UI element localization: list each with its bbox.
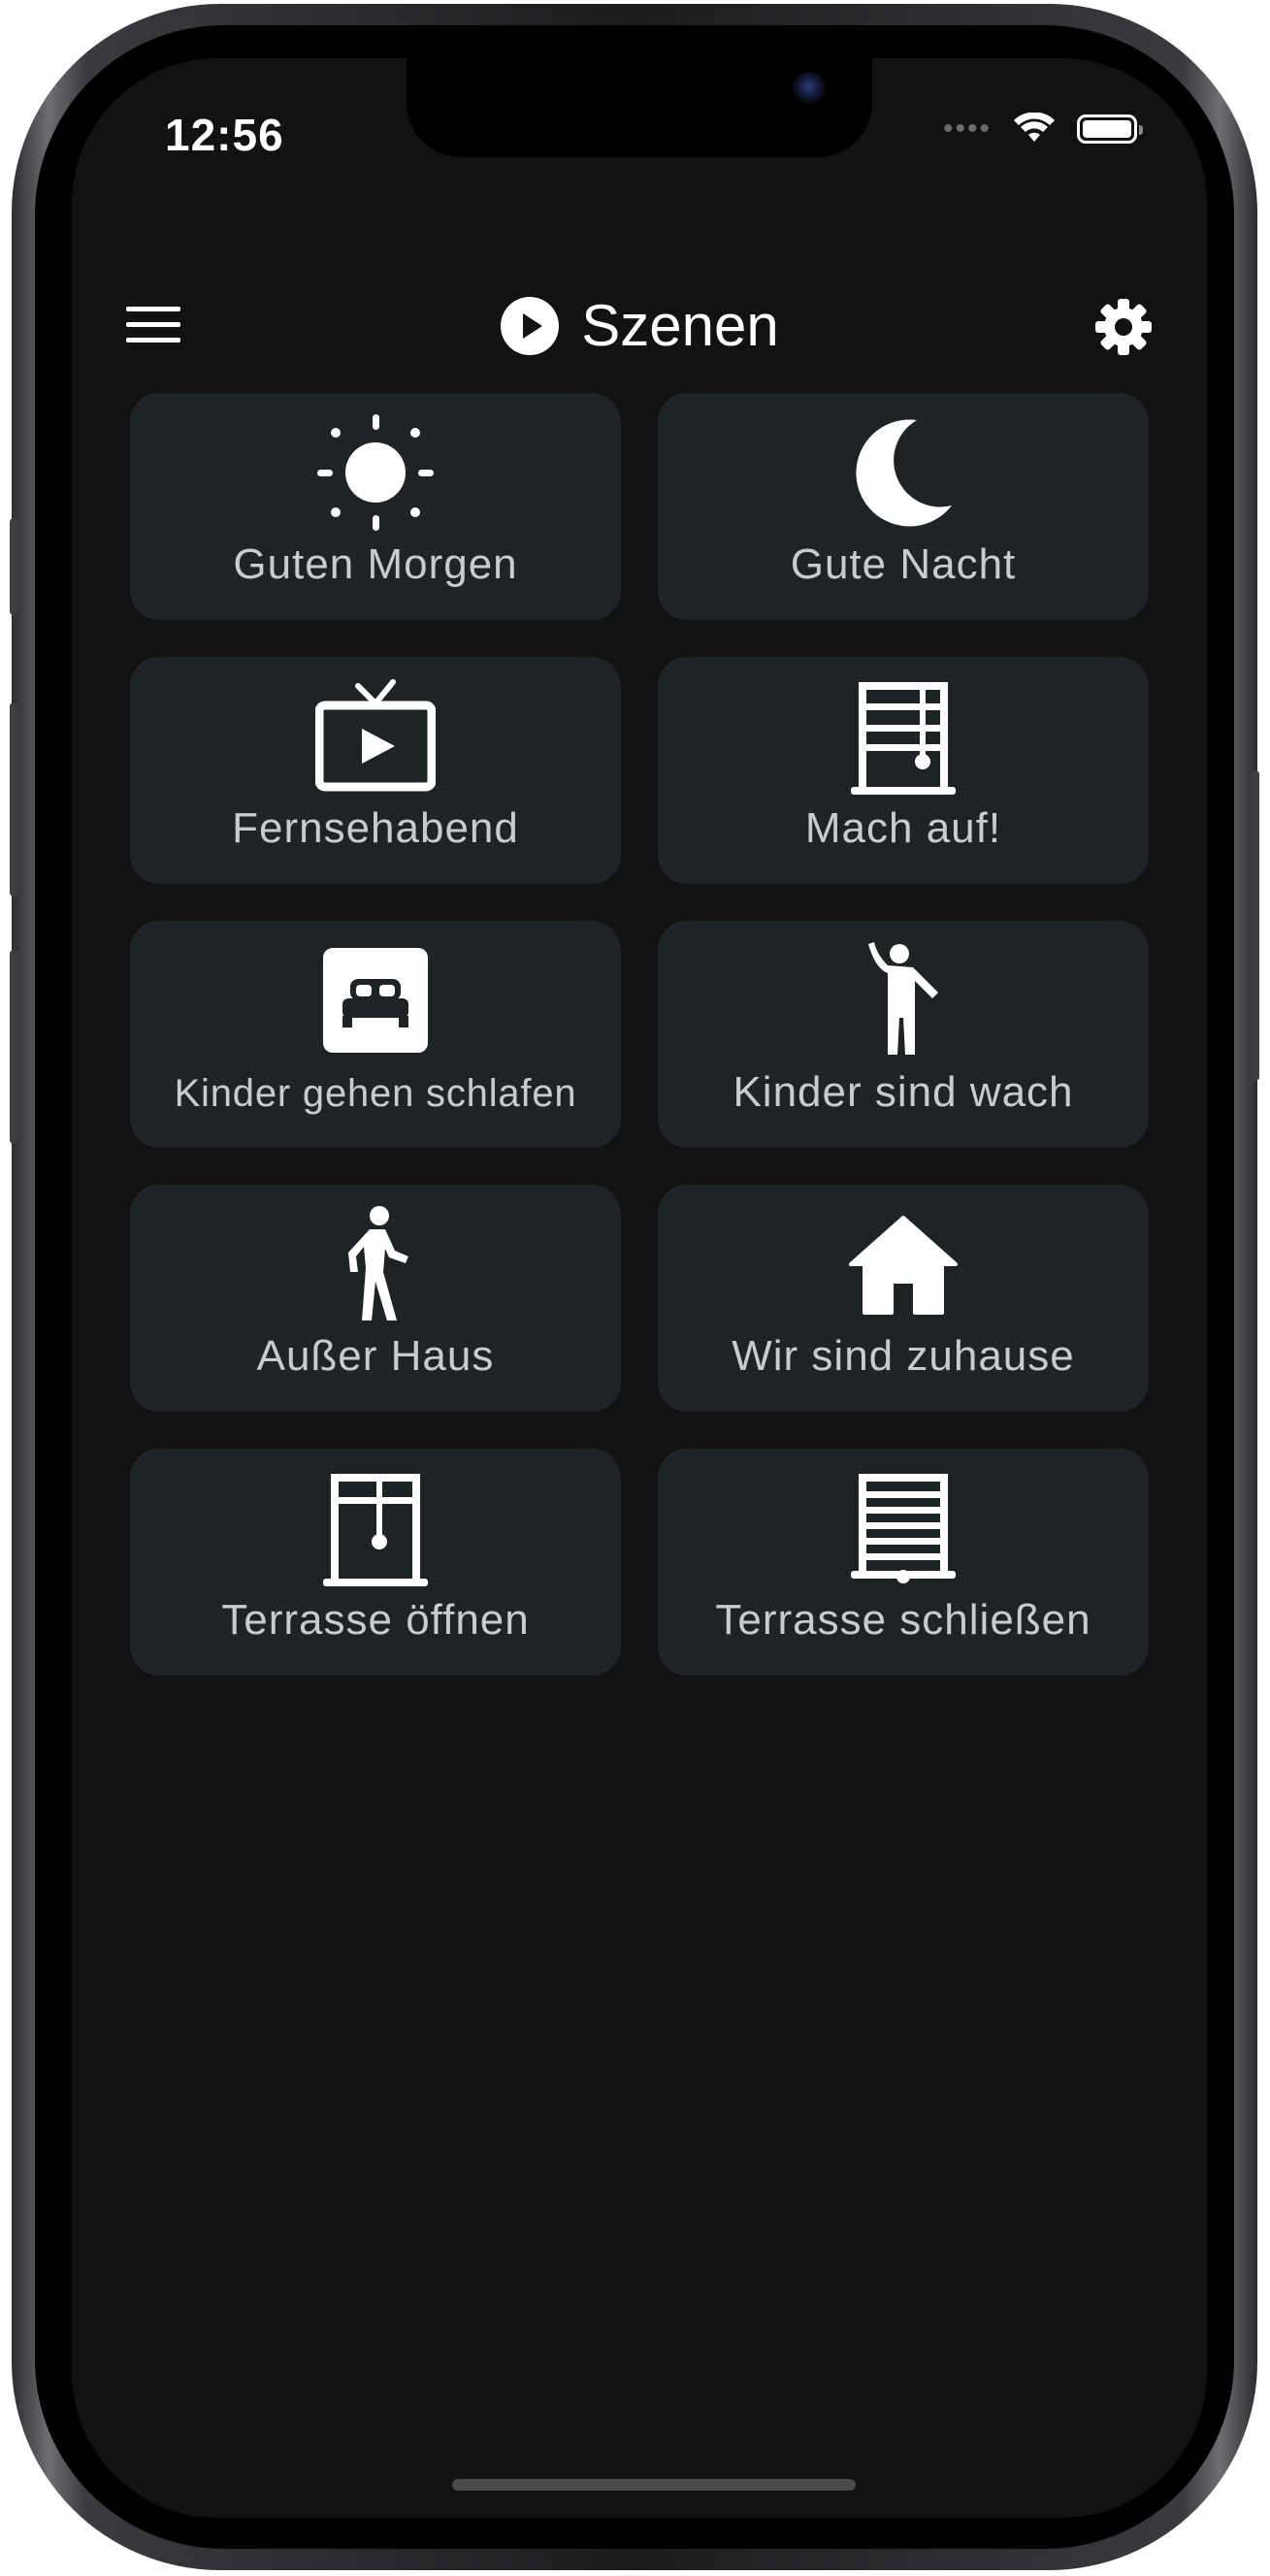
status-time: 12:56 <box>165 110 284 160</box>
scene-tile-terrasse-oeffnen[interactable]: Terrasse öffnen <box>130 1449 621 1676</box>
scene-tile-gute-nacht[interactable]: Gute Nacht <box>658 393 1149 620</box>
scene-tile-wir-sind-zuhause[interactable]: Wir sind zuhause <box>658 1185 1149 1412</box>
scene-label: Guten Morgen <box>233 540 518 588</box>
dynamic-notch <box>407 58 872 157</box>
scene-label: Kinder gehen schlafen <box>174 1072 577 1115</box>
action-button <box>10 518 17 615</box>
bed-icon <box>323 948 428 1053</box>
scene-tile-guten-morgen[interactable]: Guten Morgen <box>130 393 621 620</box>
person-walking-icon <box>348 1206 408 1321</box>
cellular-signal-icon: •••• <box>942 113 992 145</box>
volume-up-button <box>10 702 17 897</box>
blinds-open-icon <box>851 682 956 795</box>
settings-button[interactable] <box>1092 296 1155 358</box>
blinds-open-icon <box>323 1474 428 1586</box>
play-circle-icon <box>501 296 560 355</box>
scene-tile-ausser-haus[interactable]: Außer Haus <box>130 1185 621 1412</box>
scene-tile-kinder-sind-wach[interactable]: Kinder sind wach <box>658 921 1149 1148</box>
scene-label: Terrasse schließen <box>715 1596 1091 1644</box>
home-indicator[interactable] <box>452 2479 856 2491</box>
blinds-closed-icon <box>851 1474 956 1583</box>
wifi-icon <box>1014 113 1055 142</box>
scene-label: Außer Haus <box>256 1332 495 1380</box>
scene-tile-kinder-gehen-schlafen[interactable]: Kinder gehen schlafen <box>130 921 621 1148</box>
scene-tile-fernsehabend[interactable]: Fernsehabend <box>130 657 621 884</box>
screen: 12:56 •••• Szenen Guten Morgen Gute Nach… <box>72 58 1207 2518</box>
power-button <box>1252 770 1259 1081</box>
volume-down-button <box>10 950 17 1144</box>
scene-label: Terrasse öffnen <box>221 1596 530 1644</box>
scene-grid: Guten Morgen Gute Nacht Fernsehabend Mac… <box>130 393 1149 1676</box>
sun-icon <box>317 414 434 531</box>
battery-icon <box>1077 114 1143 144</box>
status-indicators: •••• <box>942 113 1143 146</box>
scene-label: Wir sind zuhause <box>732 1332 1075 1380</box>
page-title: Szenen <box>72 292 1207 359</box>
scene-label: Gute Nacht <box>790 540 1017 588</box>
person-waving-icon <box>868 942 938 1055</box>
front-camera <box>793 72 826 105</box>
moon-icon <box>856 419 952 527</box>
app-bar: Szenen <box>72 267 1207 383</box>
scene-label: Kinder sind wach <box>733 1068 1074 1116</box>
scene-tile-terrasse-schliessen[interactable]: Terrasse schließen <box>658 1449 1149 1676</box>
home-icon <box>849 1216 958 1315</box>
tv-icon <box>315 679 436 792</box>
page-title-text: Szenen <box>581 293 779 358</box>
scene-tile-mach-auf[interactable]: Mach auf! <box>658 657 1149 884</box>
scene-label: Mach auf! <box>804 804 1002 852</box>
gear-icon <box>1095 299 1152 355</box>
scene-label: Fernsehabend <box>232 804 519 852</box>
